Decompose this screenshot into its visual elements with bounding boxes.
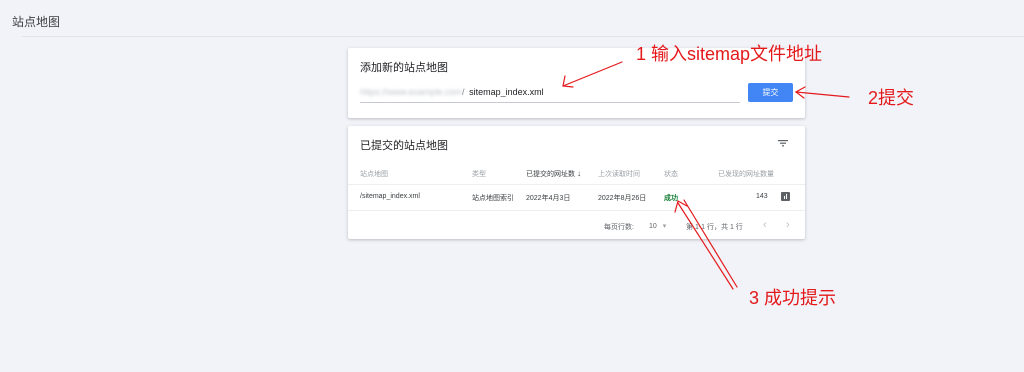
prev-page-icon[interactable]: ‹	[763, 219, 767, 231]
cell-submitted: 2022年4月3日	[526, 195, 571, 202]
row-divider	[348, 210, 805, 211]
col-header-type[interactable]: 类型	[472, 169, 486, 179]
submitted-sitemaps-title: 已提交的站点地图	[360, 140, 448, 152]
pagination-range: 第 1-1 行，共 1 行	[686, 224, 743, 231]
filter-icon[interactable]	[777, 137, 789, 149]
submitted-sitemaps-card: 已提交的站点地图 站点地图 类型 已提交的网址数 ↓ 上次读取时间 状态 已发现…	[348, 126, 805, 239]
add-sitemap-title: 添加新的站点地图	[360, 62, 448, 74]
rows-per-page-select[interactable]: 10 ▾	[649, 222, 666, 230]
cell-discovered: 143	[756, 193, 768, 200]
annotation-step3: 3 成功提示	[749, 288, 837, 308]
caret-down-icon: ▾	[662, 223, 667, 230]
next-page-icon[interactable]: ›	[786, 219, 790, 231]
title-divider	[22, 36, 1024, 37]
col-header-submitted-label: 已提交的网址数	[526, 171, 575, 178]
annotation-step1: 1 输入sitemap文件地址	[636, 44, 823, 64]
cell-sitemap[interactable]: /sitemap_index.xml	[360, 193, 420, 200]
cell-type: 站点地图索引	[472, 195, 514, 202]
col-header-submitted[interactable]: 已提交的网址数 ↓	[526, 169, 581, 179]
cell-last-read: 2022年8月26日	[598, 195, 647, 202]
url-slash: /	[462, 87, 465, 97]
site-url-prefix: https://www.example.com	[360, 87, 463, 97]
rows-per-page-label: 每页行数:	[604, 224, 634, 231]
rows-per-page-value: 10	[649, 223, 657, 230]
header-divider	[348, 184, 805, 185]
annotation-step2: 2提交	[868, 88, 915, 108]
sitemap-url-input[interactable]	[467, 87, 628, 97]
col-header-status[interactable]: 状态	[664, 169, 678, 179]
page-title: 站点地图	[12, 15, 61, 29]
submit-button[interactable]: 提交	[748, 83, 793, 102]
col-header-last-read[interactable]: 上次读取时间	[598, 169, 640, 179]
status-badge: 成功	[664, 195, 678, 202]
sitemap-url-field[interactable]: https://www.example.com/	[360, 85, 740, 103]
bar-chart-icon[interactable]	[781, 192, 790, 201]
col-header-discovered[interactable]: 已发现的网址数量	[718, 169, 774, 179]
arrow-down-icon: ↓	[576, 169, 581, 178]
col-header-sitemap[interactable]: 站点地图	[360, 169, 388, 179]
